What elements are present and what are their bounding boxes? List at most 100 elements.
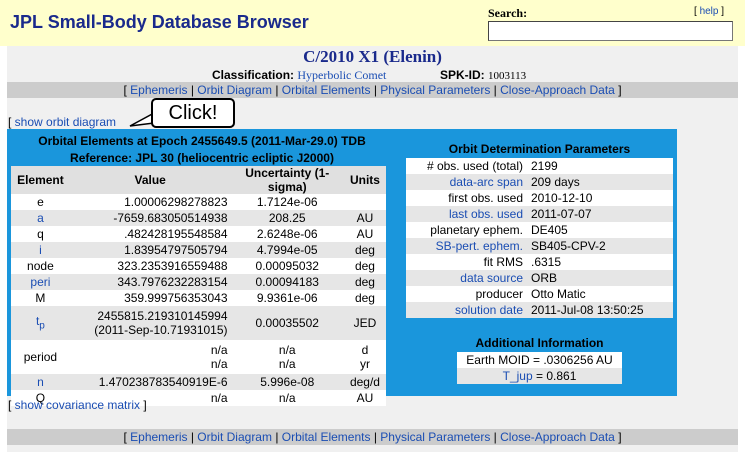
nav-orbital-elements[interactable]: Orbital Elements xyxy=(282,430,371,444)
table-row: producer Otto Matic xyxy=(406,286,673,302)
value-cell: 359.999756353043 xyxy=(124,291,228,305)
period-unc-days: n/a xyxy=(278,343,296,357)
od-value: Otto Matic xyxy=(531,287,586,301)
table-row: M 359.999756353043 9.9361e-06 deg xyxy=(11,290,386,306)
element-peri-link[interactable]: peri xyxy=(11,274,70,290)
earth-moid: Earth MOID = .0306256 AU xyxy=(457,352,622,368)
nav-ephemeris[interactable]: Ephemeris xyxy=(130,83,187,97)
element-period: period xyxy=(23,350,58,364)
app-title: JPL Small-Body Database Browser xyxy=(10,12,309,32)
spk-label: SPK-ID: xyxy=(440,68,485,82)
uncertainty-cell: 0.00095032 xyxy=(255,259,319,273)
uncertainty-cell: 0.00094183 xyxy=(230,274,344,290)
nav-physical-parameters[interactable]: Physical Parameters xyxy=(380,83,490,97)
od-data-source-link[interactable]: data source xyxy=(406,270,527,286)
table-row: first obs. used 2010-12-10 xyxy=(406,190,673,206)
table-row: period n/a n/a n/a n/a d yr xyxy=(11,340,386,374)
table-row: planetary ephem. DE405 xyxy=(406,222,673,238)
orbit-diagram-link-wrapper: [ show orbit diagram xyxy=(8,115,117,129)
table-header-row: Element Value Uncertainty (1-sigma) Unit… xyxy=(11,166,386,194)
table-row: q .482428195548584 2.6248e-06 AU xyxy=(11,226,386,242)
search-input[interactable] xyxy=(488,21,733,41)
help-link-wrapper: [ help ] xyxy=(694,6,725,17)
od-sb-pert-link[interactable]: SB-pert. ephem. xyxy=(406,238,527,254)
classification-label: Classification: xyxy=(212,68,295,82)
table-row: last obs. used 2011-07-07 xyxy=(406,206,673,222)
help-link[interactable]: help xyxy=(700,6,719,17)
units-cell: JED xyxy=(343,306,386,340)
element-a-link[interactable]: a xyxy=(11,210,70,226)
od-data-arc-link[interactable]: data-arc span xyxy=(406,174,527,190)
value-cell: 1.00006298278823 xyxy=(124,195,228,209)
units-cell: AU xyxy=(356,227,374,241)
od-last-obs-link[interactable]: last obs. used xyxy=(406,206,527,222)
tjup-link[interactable]: T_jup xyxy=(503,369,533,383)
spk-value: 1003113 xyxy=(488,70,527,82)
element-e: e xyxy=(37,195,44,209)
period-unit-yr: yr xyxy=(359,357,370,371)
classification: Classification: Hyperbolic Comet xyxy=(212,68,386,83)
element-tp-link[interactable]: tp xyxy=(11,306,70,340)
uncertainty-cell: 9.9361e-06 xyxy=(256,291,318,305)
col-element: Element xyxy=(11,166,70,194)
uncertainty-cell: 5.996e-08 xyxy=(230,374,344,390)
period-unit-d: d xyxy=(361,343,369,357)
additional-info-title: Additional Information xyxy=(475,336,604,350)
elements-heading: Orbital Elements at Epoch 2455649.5 (201… xyxy=(38,134,366,148)
additional-info-table: Earth MOID = .0306256 AU T_jup = 0.861 xyxy=(457,352,622,384)
nav-ephemeris[interactable]: Ephemeris xyxy=(130,430,187,444)
table-row: n 1.470238783540919E-6 5.996e-08 deg/d xyxy=(11,374,386,390)
units-cell xyxy=(344,194,386,210)
units-cell: deg xyxy=(354,259,375,273)
od-value: ORB xyxy=(527,270,673,286)
element-tp-subscript: p xyxy=(39,320,45,332)
units-cell: AU xyxy=(356,391,374,405)
nav-close-approach[interactable]: Close-Approach Data xyxy=(500,83,615,97)
uncertainty-cell: 0.00035502 xyxy=(230,306,344,340)
nav-physical-parameters[interactable]: Physical Parameters xyxy=(380,430,490,444)
units-cell: deg xyxy=(354,291,375,305)
search-label: Search: xyxy=(488,6,528,20)
od-key: producer xyxy=(475,287,523,301)
nav-bar-bottom: [ Ephemeris | Orbit Diagram | Orbital El… xyxy=(7,429,738,445)
units-cell: deg xyxy=(343,274,386,290)
od-key: planetary ephem. xyxy=(430,223,523,237)
od-solution-date-link[interactable]: solution date xyxy=(406,302,527,318)
element-n-link[interactable]: n xyxy=(11,374,70,390)
table-row: solution date 2011-Jul-08 13:50:25 xyxy=(406,302,673,318)
od-value: DE405 xyxy=(531,223,568,237)
show-covariance-link[interactable]: show covariance matrix xyxy=(15,398,140,412)
table-row: i 1.83954797505794 4.7994e-05 deg xyxy=(11,242,386,258)
col-value: Value xyxy=(69,166,231,194)
element-q: q xyxy=(37,227,44,241)
element-m: M xyxy=(35,291,46,305)
tp-value: 2455815.219310145994 xyxy=(97,309,228,323)
show-orbit-diagram-link[interactable]: show orbit diagram xyxy=(15,115,116,129)
table-row: node 323.2353916559488 0.00095032 deg xyxy=(11,258,386,274)
table-row: tp 2455815.219310145994 (2011-Sep-10.7193… xyxy=(11,306,386,340)
table-row: Earth MOID = .0306256 AU xyxy=(457,352,622,368)
table-row: fit RMS .6315 xyxy=(406,254,673,270)
uncertainty-cell: n/a n/a xyxy=(231,340,344,374)
nav-orbit-diagram[interactable]: Orbit Diagram xyxy=(197,83,272,97)
uncertainty-cell: n/a xyxy=(278,391,296,405)
value-cell: 323.2353916559488 xyxy=(117,259,228,273)
table-row: e 1.00006298278823 1.7124e-06 xyxy=(11,194,386,210)
units-cell: deg xyxy=(343,242,386,258)
od-value: 2199 xyxy=(531,159,558,173)
orbit-determination-title: Orbit Determination Parameters xyxy=(448,142,631,156)
value-cell: -7659.683050514938 xyxy=(69,210,231,226)
od-value: 2011-Jul-08 13:50:25 xyxy=(527,302,673,318)
table-row: data-arc span 209 days xyxy=(406,174,673,190)
period-unc-years: n/a xyxy=(278,357,296,371)
value-cell: n/a n/a xyxy=(70,340,231,374)
element-i-link[interactable]: i xyxy=(11,242,70,258)
tjup-value: = 0.861 xyxy=(536,369,577,383)
object-title: C/2010 X1 (Elenin) xyxy=(303,47,442,66)
nav-orbital-elements[interactable]: Orbital Elements xyxy=(282,83,371,97)
nav-orbit-diagram[interactable]: Orbit Diagram xyxy=(197,430,272,444)
moid-value: .0306256 AU xyxy=(543,353,613,367)
uncertainty-cell: 208.25 xyxy=(230,210,344,226)
elements-reference: Reference: JPL 30 (heliocentric ecliptic… xyxy=(70,151,334,165)
nav-close-approach[interactable]: Close-Approach Data xyxy=(500,430,615,444)
